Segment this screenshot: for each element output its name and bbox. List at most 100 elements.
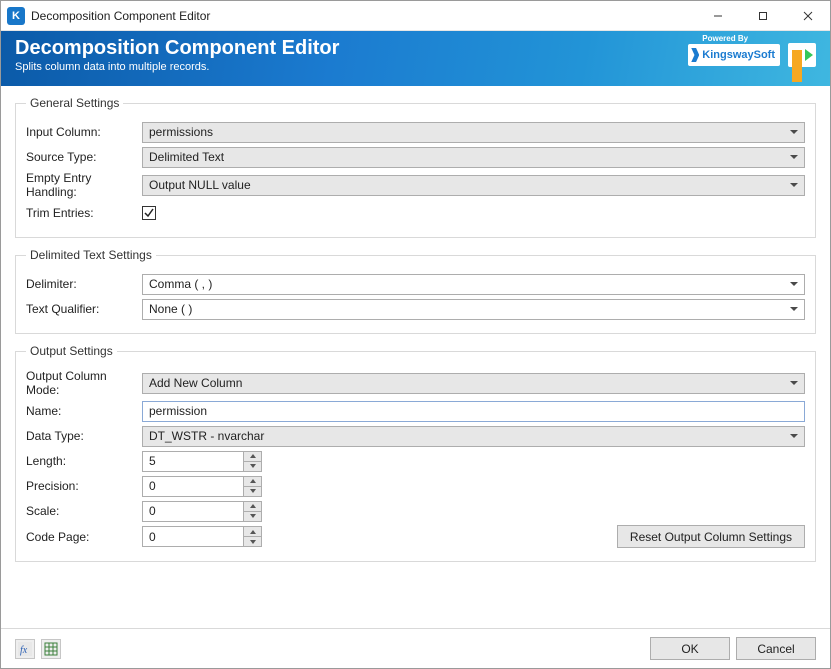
powered-by-label: Powered By bbox=[702, 34, 748, 43]
row-input-column: Input Column: permissions bbox=[26, 121, 805, 143]
chevron-up-icon bbox=[250, 530, 256, 534]
chevron-down-icon bbox=[250, 514, 256, 518]
row-source-type: Source Type: Delimited Text bbox=[26, 146, 805, 168]
delimiter-select[interactable]: Comma ( , ) bbox=[142, 274, 805, 295]
data-type-label: Data Type: bbox=[26, 429, 142, 443]
code-page-value: 0 bbox=[143, 527, 243, 546]
footer: fx OK Cancel bbox=[1, 628, 830, 668]
delimited-settings-legend: Delimited Text Settings bbox=[26, 248, 156, 262]
chevron-up-icon bbox=[250, 454, 256, 458]
source-type-value: Delimited Text bbox=[149, 150, 224, 164]
cancel-button[interactable]: Cancel bbox=[736, 637, 816, 660]
delimited-settings-group: Delimited Text Settings Delimiter: Comma… bbox=[15, 248, 816, 334]
row-length: Length: 5 bbox=[26, 450, 805, 472]
row-empty-handling: Empty Entry Handling: Output NULL value bbox=[26, 171, 805, 199]
close-icon bbox=[803, 11, 813, 21]
row-trim-entries: Trim Entries: bbox=[26, 202, 805, 224]
row-output-mode: Output Column Mode: Add New Column bbox=[26, 369, 805, 397]
documentation-button[interactable] bbox=[41, 639, 61, 659]
scale-label: Scale: bbox=[26, 504, 142, 518]
output-name-value: permission bbox=[149, 404, 207, 418]
precision-up-button[interactable] bbox=[244, 477, 261, 487]
empty-handling-select[interactable]: Output NULL value bbox=[142, 175, 805, 196]
output-mode-value: Add New Column bbox=[149, 376, 242, 390]
input-column-select[interactable]: permissions bbox=[142, 122, 805, 143]
output-settings-group: Output Settings Output Column Mode: Add … bbox=[15, 344, 816, 562]
output-mode-label: Output Column Mode: bbox=[26, 369, 142, 397]
qualifier-select[interactable]: None ( ) bbox=[142, 299, 805, 320]
row-delimiter: Delimiter: Comma ( , ) bbox=[26, 273, 805, 295]
length-up-button[interactable] bbox=[244, 452, 261, 462]
code-page-down-button[interactable] bbox=[244, 537, 261, 546]
header-banner: Decomposition Component Editor Splits co… bbox=[1, 31, 830, 86]
precision-spinner[interactable]: 0 bbox=[142, 476, 262, 497]
code-page-spinner[interactable]: 0 bbox=[142, 526, 262, 547]
general-settings-group: General Settings Input Column: permissio… bbox=[15, 96, 816, 238]
window-controls bbox=[695, 1, 830, 30]
row-qualifier: Text Qualifier: None ( ) bbox=[26, 298, 805, 320]
output-settings-legend: Output Settings bbox=[26, 344, 117, 358]
reset-output-button[interactable]: Reset Output Column Settings bbox=[617, 525, 805, 548]
app-icon-letter: K bbox=[12, 10, 20, 22]
ok-label: OK bbox=[681, 642, 698, 656]
reset-output-label: Reset Output Column Settings bbox=[630, 530, 792, 544]
output-name-input[interactable]: permission bbox=[142, 401, 805, 422]
svg-text:fx: fx bbox=[20, 645, 28, 656]
input-column-label: Input Column: bbox=[26, 125, 142, 139]
output-mode-select[interactable]: Add New Column bbox=[142, 373, 805, 394]
brand-name: KingswaySoft bbox=[702, 49, 775, 61]
chevron-up-icon bbox=[250, 504, 256, 508]
precision-down-button[interactable] bbox=[244, 487, 261, 496]
brand-logo: Powered By KingswaySoft bbox=[688, 44, 780, 66]
row-code-page: Code Page: 0 Reset Output Column Setting… bbox=[26, 525, 805, 548]
maximize-icon bbox=[758, 11, 768, 21]
row-scale: Scale: 0 bbox=[26, 500, 805, 522]
trim-entries-checkbox[interactable] bbox=[142, 206, 156, 220]
source-type-label: Source Type: bbox=[26, 150, 142, 164]
chevron-down-icon bbox=[250, 540, 256, 544]
data-type-value: DT_WSTR - nvarchar bbox=[149, 429, 264, 443]
scale-value: 0 bbox=[143, 502, 243, 521]
body: General Settings Input Column: permissio… bbox=[1, 86, 830, 628]
window-title: Decomposition Component Editor bbox=[31, 9, 695, 23]
row-output-name: Name: permission bbox=[26, 400, 805, 422]
scale-up-button[interactable] bbox=[244, 502, 261, 512]
fx-icon: fx bbox=[18, 642, 32, 656]
chevron-up-icon bbox=[250, 479, 256, 483]
source-type-select[interactable]: Delimited Text bbox=[142, 147, 805, 168]
maximize-button[interactable] bbox=[740, 1, 785, 30]
expression-editor-button[interactable]: fx bbox=[15, 639, 35, 659]
length-spinner[interactable]: 5 bbox=[142, 451, 262, 472]
delimiter-value: Comma ( , ) bbox=[149, 277, 212, 291]
scale-spinner[interactable]: 0 bbox=[142, 501, 262, 522]
close-button[interactable] bbox=[785, 1, 830, 30]
qualifier-label: Text Qualifier: bbox=[26, 302, 142, 316]
check-icon bbox=[144, 208, 154, 218]
code-page-up-button[interactable] bbox=[244, 527, 261, 537]
length-down-button[interactable] bbox=[244, 462, 261, 471]
titlebar: K Decomposition Component Editor bbox=[1, 1, 830, 31]
delimiter-label: Delimiter: bbox=[26, 277, 142, 291]
banner-title: Decomposition Component Editor bbox=[15, 37, 339, 59]
component-icon bbox=[788, 43, 816, 67]
chevron-down-icon bbox=[250, 464, 256, 468]
banner-subtitle: Splits column data into multiple records… bbox=[15, 61, 339, 73]
scale-down-button[interactable] bbox=[244, 512, 261, 521]
banner-right: Powered By KingswaySoft bbox=[688, 43, 816, 67]
output-name-label: Name: bbox=[26, 404, 142, 418]
cancel-label: Cancel bbox=[757, 642, 794, 656]
row-data-type: Data Type: DT_WSTR - nvarchar bbox=[26, 425, 805, 447]
general-settings-legend: General Settings bbox=[26, 96, 123, 110]
code-page-label: Code Page: bbox=[26, 530, 142, 544]
row-precision: Precision: 0 bbox=[26, 475, 805, 497]
precision-label: Precision: bbox=[26, 479, 142, 493]
grid-icon bbox=[44, 642, 58, 656]
window: K Decomposition Component Editor Decompo… bbox=[0, 0, 831, 669]
data-type-select[interactable]: DT_WSTR - nvarchar bbox=[142, 426, 805, 447]
trim-entries-label: Trim Entries: bbox=[26, 206, 142, 220]
precision-value: 0 bbox=[143, 477, 243, 496]
minimize-icon bbox=[713, 11, 723, 21]
app-icon: K bbox=[7, 7, 25, 25]
ok-button[interactable]: OK bbox=[650, 637, 730, 660]
minimize-button[interactable] bbox=[695, 1, 740, 30]
